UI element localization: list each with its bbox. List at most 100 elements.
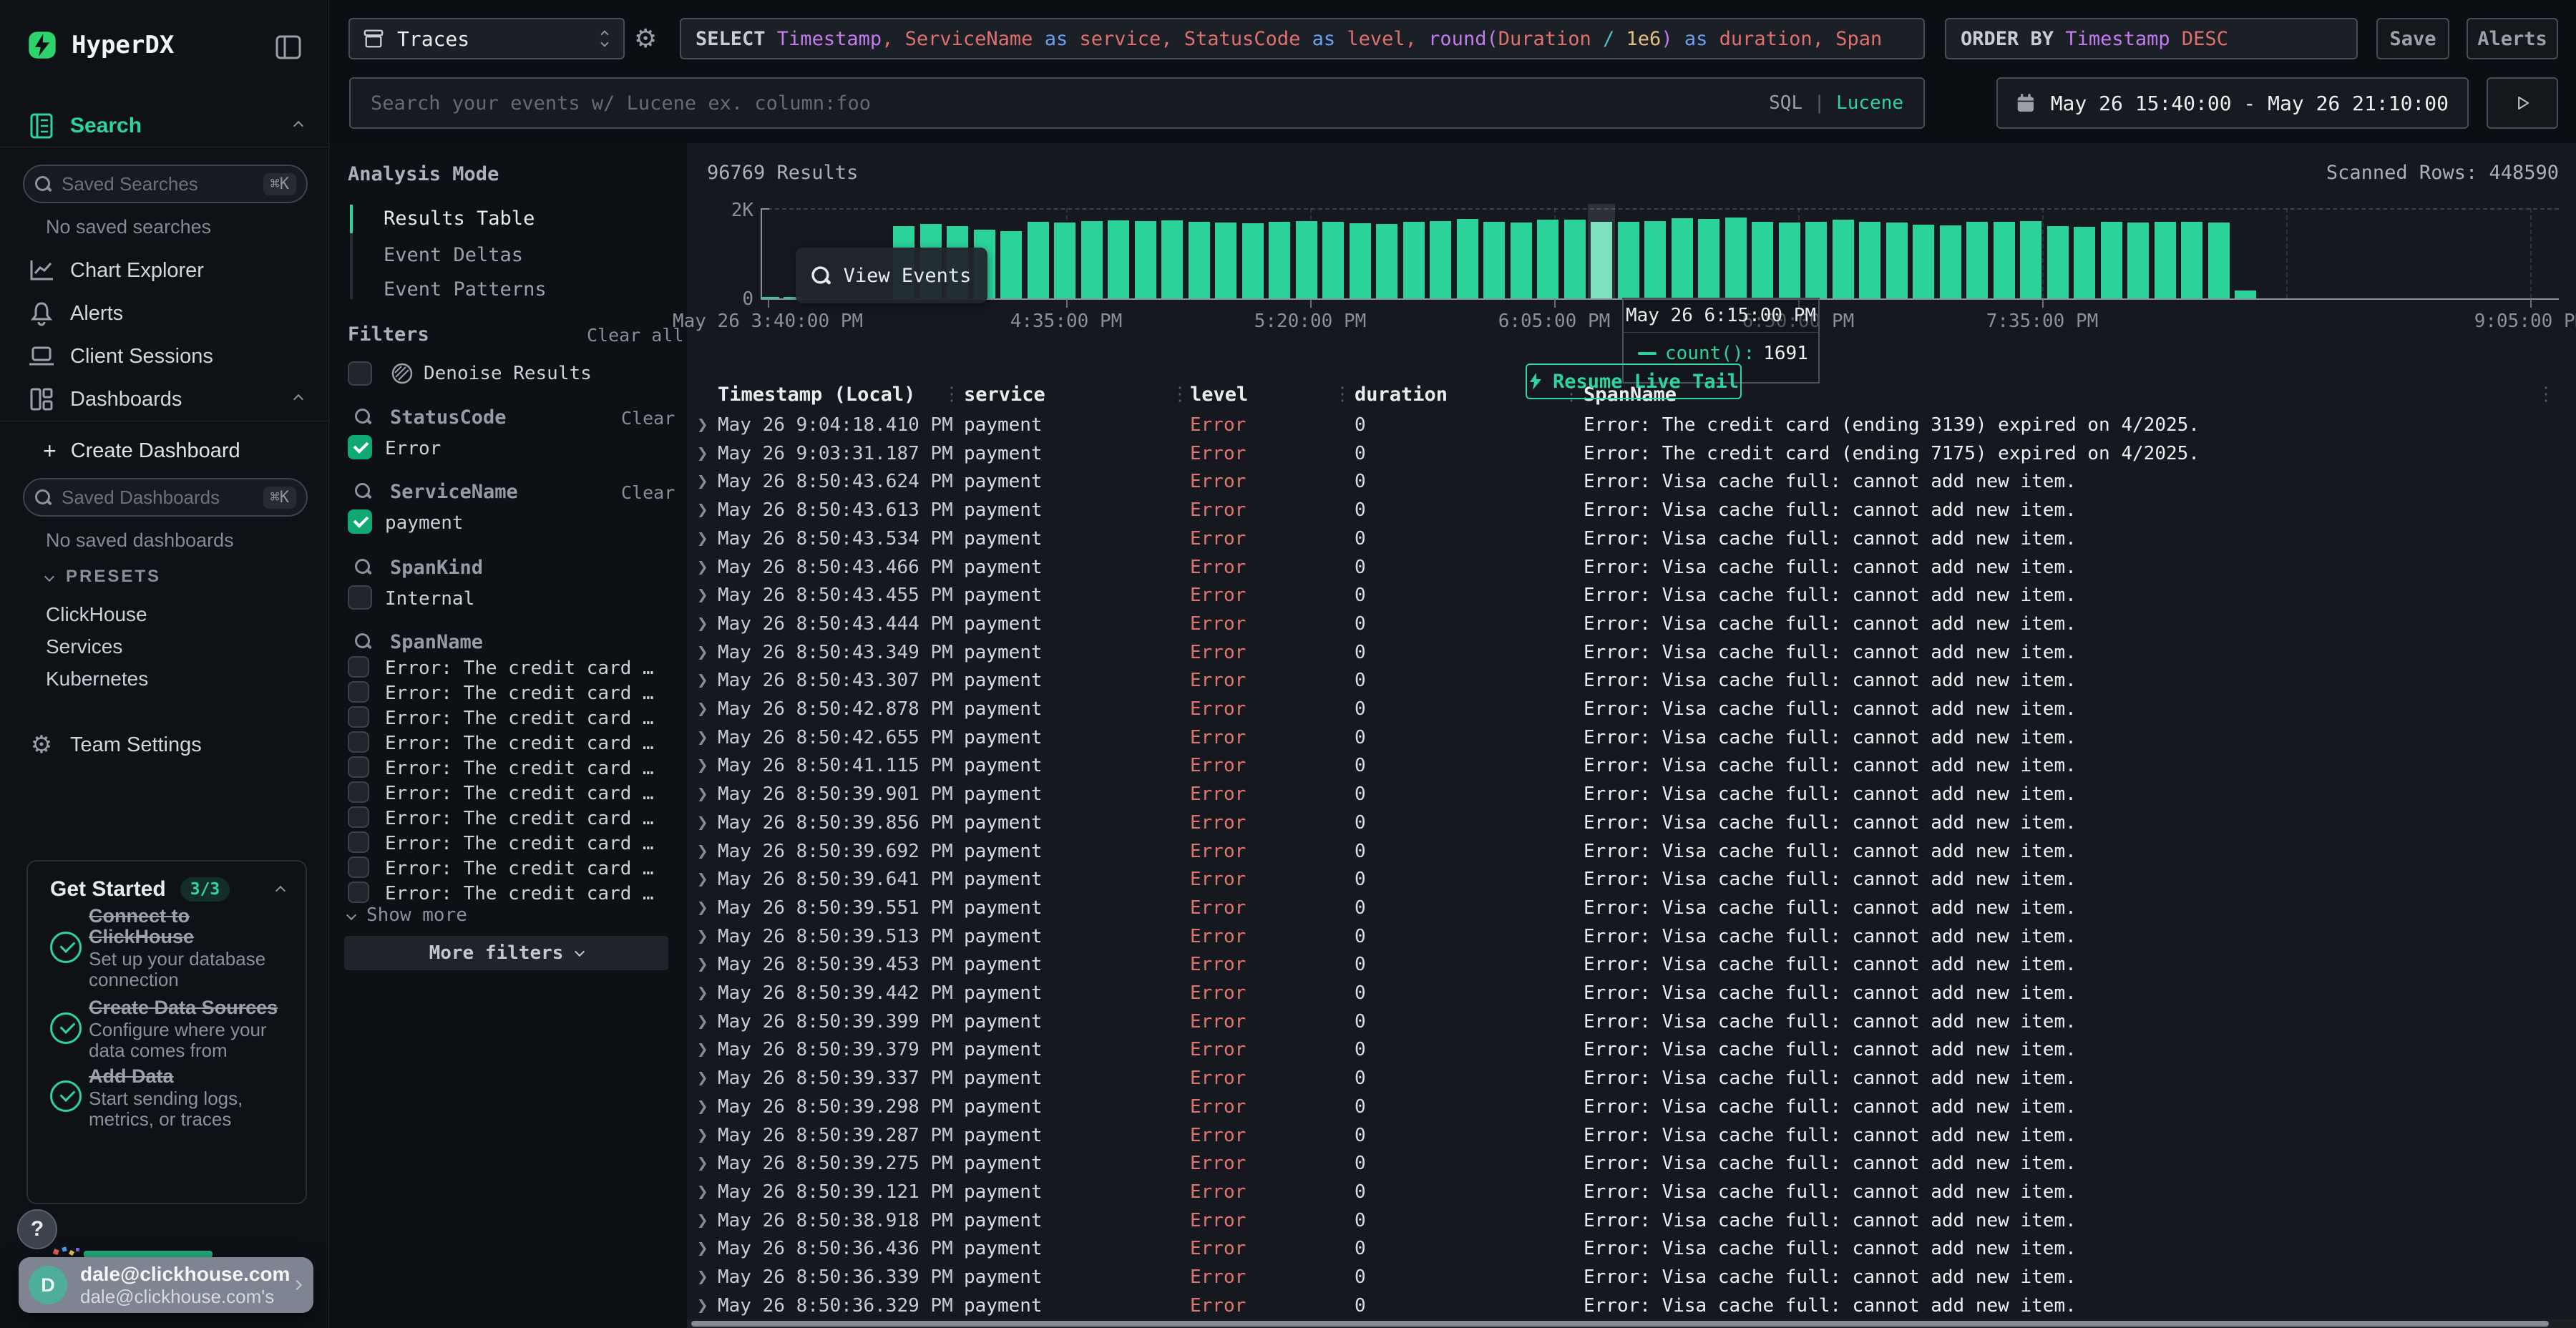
chevron-up-icon[interactable] (275, 886, 286, 896)
expand-row-icon[interactable]: ❯ (697, 780, 708, 809)
expand-row-icon[interactable]: ❯ (697, 1035, 708, 1064)
table-row[interactable]: ❯May 26 8:50:43.624 PMpaymentError0Error… (687, 467, 2576, 496)
expand-row-icon[interactable]: ❯ (697, 496, 708, 524)
preset-item-services[interactable]: Services (46, 630, 148, 663)
histogram-bar[interactable] (1752, 222, 1773, 298)
histogram-bar[interactable] (2155, 222, 2176, 298)
spanname-option-label[interactable]: Error: The credit card … (385, 758, 654, 779)
expand-row-icon[interactable]: ❯ (697, 922, 708, 951)
column-resize-handle[interactable]: ⋮ (2537, 384, 2555, 405)
sql-select-input[interactable]: SELECT Timestamp, ServiceName as service… (680, 18, 1925, 59)
spanname-option-checkbox[interactable] (348, 706, 369, 728)
expand-row-icon[interactable]: ❯ (697, 411, 708, 439)
table-row[interactable]: ❯May 26 8:50:42.878 PMpaymentError0Error… (687, 695, 2576, 723)
spanname-option-label[interactable]: Error: The credit card … (385, 833, 654, 854)
col-duration[interactable]: duration (1355, 384, 1448, 406)
order-by-input[interactable]: ORDER BY Timestamp DESC (1945, 18, 2358, 59)
help-button[interactable]: ? (17, 1209, 57, 1249)
user-menu[interactable]: D dale@clickhouse.com dale@clickhouse.co… (19, 1257, 313, 1313)
spanname-option-checkbox[interactable] (348, 856, 369, 878)
histogram-bar[interactable] (2101, 222, 2122, 298)
table-row[interactable]: ❯May 26 8:50:39.298 PMpaymentError0Error… (687, 1093, 2576, 1121)
histogram-bar[interactable] (1886, 223, 1908, 298)
spankind-internal-label[interactable]: Internal (385, 588, 474, 610)
histogram-bar[interactable] (1350, 223, 1371, 298)
histogram-bar[interactable] (1859, 222, 1880, 298)
expand-row-icon[interactable]: ❯ (697, 979, 708, 1007)
scrollbar-thumb[interactable] (691, 1321, 2549, 1327)
table-row[interactable]: ❯May 26 8:50:39.337 PMpaymentError0Error… (687, 1064, 2576, 1093)
table-row[interactable]: ❯May 26 8:50:43.444 PMpaymentError0Error… (687, 610, 2576, 638)
sidebar-item-team-settings[interactable]: ⚙ Team Settings (0, 725, 329, 765)
spanname-option-label[interactable]: Error: The credit card … (385, 883, 654, 904)
histogram-bar[interactable] (1403, 222, 1425, 298)
source-select[interactable]: Traces (348, 18, 625, 59)
histogram-bar[interactable] (1242, 223, 1264, 298)
get-started-item[interactable]: Add Data Start sending logs, metrics, or… (89, 1066, 296, 1130)
expand-row-icon[interactable]: ❯ (697, 1178, 708, 1206)
histogram-bar[interactable] (2074, 227, 2095, 298)
expand-row-icon[interactable]: ❯ (697, 1093, 708, 1121)
expand-row-icon[interactable]: ❯ (697, 638, 708, 667)
table-row[interactable]: ❯May 26 8:50:36.436 PMpaymentError0Error… (687, 1234, 2576, 1263)
expand-row-icon[interactable]: ❯ (697, 1007, 708, 1036)
expand-row-icon[interactable]: ❯ (697, 1121, 708, 1150)
spanname-option-checkbox[interactable] (348, 656, 369, 678)
table-row[interactable]: ❯May 26 8:50:36.339 PMpaymentError0Error… (687, 1263, 2576, 1292)
save-button[interactable]: Save (2376, 18, 2449, 59)
table-row[interactable]: ❯May 26 8:50:43.466 PMpaymentError0Error… (687, 553, 2576, 582)
histogram-bar[interactable] (1511, 223, 1532, 298)
table-row[interactable]: ❯May 26 8:50:41.115 PMpaymentError0Error… (687, 751, 2576, 780)
histogram-bar[interactable] (1994, 222, 2015, 298)
expand-row-icon[interactable]: ❯ (697, 1206, 708, 1235)
expand-row-icon[interactable]: ❯ (697, 695, 708, 723)
table-row[interactable]: ❯May 26 8:50:39.399 PMpaymentError0Error… (687, 1007, 2576, 1036)
more-filters-button[interactable]: More filters (344, 936, 668, 970)
histogram-bar[interactable] (1269, 222, 1290, 298)
histogram-bar[interactable] (1135, 221, 1156, 298)
table-row[interactable]: ❯May 26 8:50:39.379 PMpaymentError0Error… (687, 1035, 2576, 1064)
expand-row-icon[interactable]: ❯ (697, 1263, 708, 1292)
sidebar-item-client-sessions[interactable]: Client Sessions (0, 336, 329, 376)
expand-row-icon[interactable]: ❯ (697, 467, 708, 496)
table-row[interactable]: ❯May 26 8:50:43.613 PMpaymentError0Error… (687, 496, 2576, 524)
expand-row-icon[interactable]: ❯ (697, 894, 708, 922)
lucene-search-input[interactable]: Search your events w/ Lucene ex. column:… (349, 77, 1925, 129)
expand-row-icon[interactable]: ❯ (697, 1149, 708, 1178)
table-row[interactable]: ❯May 26 8:50:39.453 PMpaymentError0Error… (687, 950, 2576, 979)
expand-row-icon[interactable]: ❯ (697, 581, 708, 610)
resume-live-tail-button[interactable]: Resume Live Tail (1526, 363, 1742, 399)
column-resize-handle[interactable]: ⋮ (1333, 384, 1352, 405)
spanname-option-label[interactable]: Error: The credit card … (385, 658, 654, 679)
saved-dashboards-input[interactable]: Saved Dashboards ⌘K (23, 478, 308, 517)
histogram-bar[interactable] (1698, 219, 1719, 298)
histogram-bar[interactable] (2127, 223, 2149, 298)
expand-row-icon[interactable]: ❯ (697, 865, 708, 894)
spanname-option-label[interactable]: Error: The credit card … (385, 808, 654, 829)
alerts-button[interactable]: Alerts (2467, 18, 2558, 59)
histogram-bar[interactable] (1966, 222, 1988, 298)
presets-toggle[interactable]: PRESETS (46, 567, 161, 587)
spanname-option-checkbox[interactable] (348, 756, 369, 778)
histogram-bar[interactable] (1000, 231, 1022, 298)
servicename-payment-label[interactable]: payment (385, 512, 464, 534)
histogram-bar[interactable] (1189, 222, 1210, 298)
histogram-bar[interactable] (1457, 219, 1478, 298)
table-row[interactable]: ❯May 26 9:03:31.187 PMpaymentError0Error… (687, 439, 2576, 468)
table-row[interactable]: ❯May 26 8:50:42.655 PMpaymentError0Error… (687, 723, 2576, 752)
table-row[interactable]: ❯May 26 8:50:39.275 PMpaymentError0Error… (687, 1149, 2576, 1178)
expand-row-icon[interactable]: ❯ (697, 524, 708, 553)
table-row[interactable]: ❯May 26 8:50:39.692 PMpaymentError0Error… (687, 837, 2576, 866)
clear-statuscode-button[interactable]: Clear (621, 408, 675, 429)
table-row[interactable]: ❯May 26 8:50:36.329 PMpaymentError0Error… (687, 1292, 2576, 1319)
table-row[interactable]: ❯May 26 8:50:43.455 PMpaymentError0Error… (687, 581, 2576, 610)
preset-item-clickhouse[interactable]: ClickHouse (46, 598, 148, 630)
histogram-bar[interactable] (1081, 221, 1103, 298)
table-row[interactable]: ❯May 26 9:04:18.410 PMpaymentError0Error… (687, 411, 2576, 439)
spanname-option-checkbox[interactable] (348, 831, 369, 853)
spanname-option-checkbox[interactable] (348, 781, 369, 803)
histogram-bar[interactable] (1161, 220, 1183, 298)
statuscode-error-label[interactable]: Error (385, 438, 441, 459)
table-row[interactable]: ❯May 26 8:50:39.287 PMpaymentError0Error… (687, 1121, 2576, 1150)
servicename-payment-checkbox[interactable] (348, 509, 372, 534)
